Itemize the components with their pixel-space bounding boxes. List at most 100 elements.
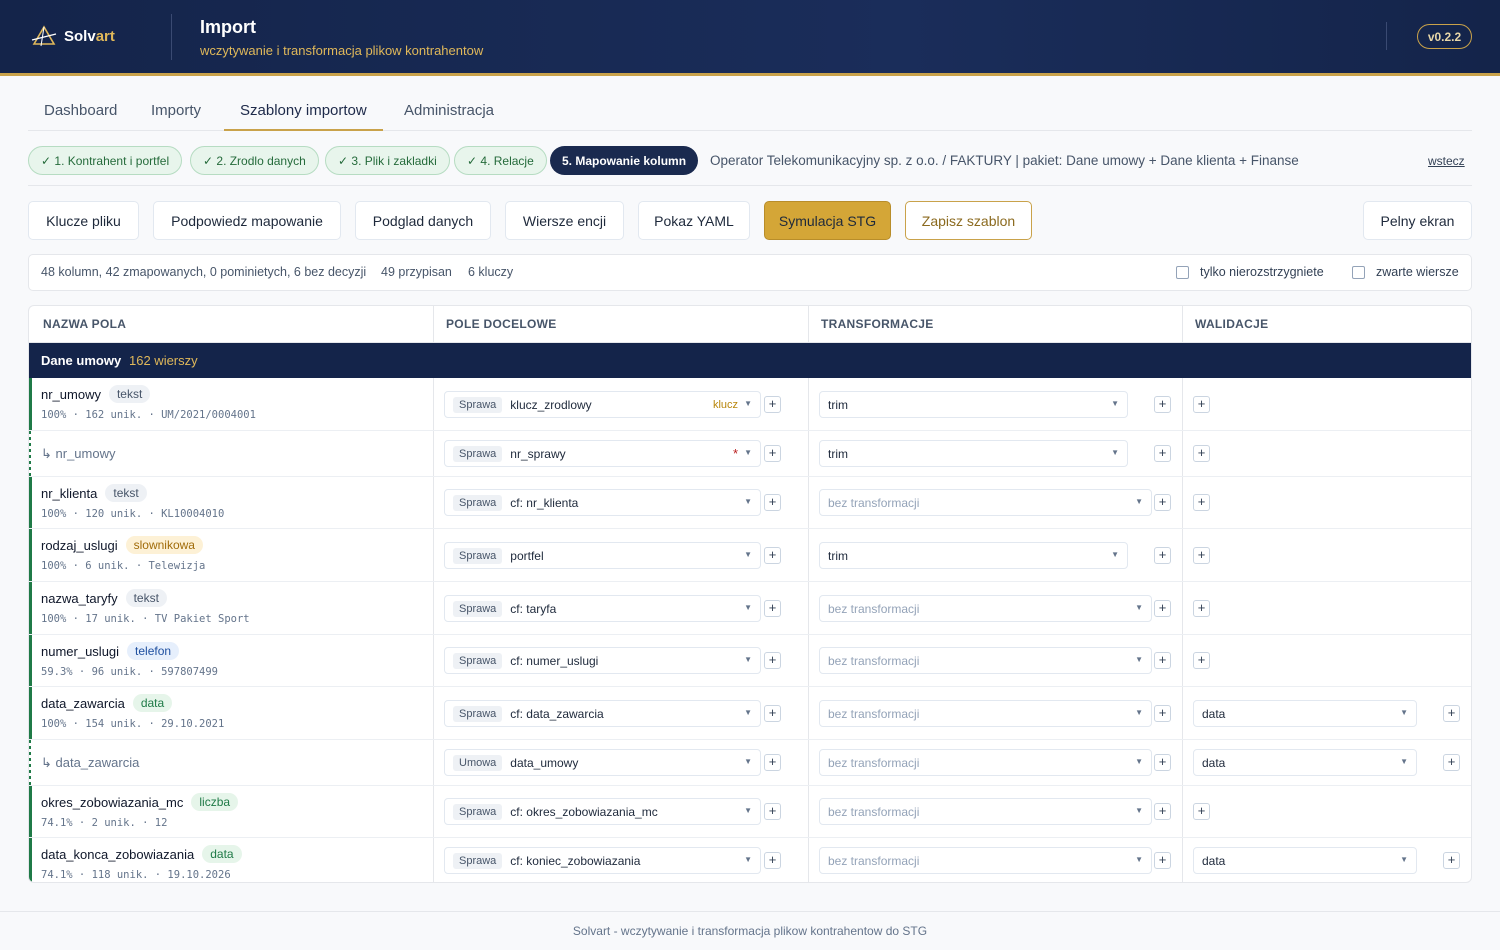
compact-rows-checkbox[interactable] bbox=[1352, 266, 1365, 279]
transformation-select[interactable]: trim ▼ bbox=[819, 542, 1128, 569]
validation-select[interactable]: data ▼ bbox=[1193, 847, 1417, 874]
add-validation-plus-icon[interactable]: + bbox=[1193, 652, 1210, 669]
target-field-select[interactable]: Sprawa portfel ▼ bbox=[444, 542, 761, 569]
target-field-select[interactable]: Sprawa klucz_zrodlowy klucz ▼ bbox=[444, 391, 761, 418]
group-header-dane-umowy[interactable]: Dane umowy 162 wierszy bbox=[29, 343, 1471, 378]
add-target-plus-icon[interactable]: + bbox=[764, 494, 781, 511]
row-status-bar bbox=[29, 529, 32, 581]
tab-administracja[interactable]: Administracja bbox=[388, 92, 510, 131]
add-target-plus-icon[interactable]: + bbox=[764, 803, 781, 820]
transformation-select[interactable]: bez transformacji ▼ bbox=[819, 700, 1152, 727]
header-target-field: POLE DOCELOWE bbox=[446, 317, 557, 331]
validation-select[interactable]: data ▼ bbox=[1193, 749, 1417, 776]
transformation-select[interactable]: bez transformacji ▼ bbox=[819, 595, 1152, 622]
target-field-select[interactable]: Umowa data_umowy ▼ bbox=[444, 749, 761, 776]
add-target-plus-icon[interactable]: + bbox=[764, 754, 781, 771]
preview-data-button[interactable]: Podglad danych bbox=[355, 201, 491, 240]
table-row: data_zawarcia data 100% · 154 unik. · 29.1… bbox=[29, 687, 1471, 740]
tab-dashboard[interactable]: Dashboard bbox=[28, 92, 133, 131]
page-subtitle: wczytywanie i transformacja plikow kontr… bbox=[200, 43, 484, 58]
mapping-table: NAZWA POLA POLE DOCELOWE TRANSFORMACJE W… bbox=[28, 305, 1472, 883]
add-transformation-plus-icon[interactable]: + bbox=[1154, 445, 1171, 462]
transformation-select[interactable]: bez transformacji ▼ bbox=[819, 749, 1152, 776]
row-status-bar bbox=[29, 431, 31, 476]
step-2[interactable]: ✓ 2. Zrodlo danych bbox=[190, 146, 319, 175]
add-transformation-plus-icon[interactable]: + bbox=[1154, 547, 1171, 564]
transformation-select[interactable]: bez transformacji ▼ bbox=[819, 798, 1152, 825]
keys-button[interactable]: Klucze pliku bbox=[28, 201, 139, 240]
add-target-plus-icon[interactable]: + bbox=[764, 852, 781, 869]
entity-rows-button[interactable]: Wiersze encji bbox=[505, 201, 624, 240]
add-validation-plus-icon[interactable]: + bbox=[1193, 803, 1210, 820]
transformation-select[interactable]: trim ▼ bbox=[819, 440, 1128, 467]
add-validation-plus-icon[interactable]: + bbox=[1443, 754, 1460, 771]
validation-select[interactable]: data ▼ bbox=[1193, 700, 1417, 727]
row-status-bar bbox=[29, 740, 31, 785]
main-tabs: Dashboard Importy Szablony importow Admi… bbox=[28, 92, 1472, 131]
back-link[interactable]: wstecz bbox=[1428, 154, 1465, 168]
step-5[interactable]: 5. Mapowanie kolumn bbox=[550, 146, 699, 175]
transformation-value: trim bbox=[828, 548, 848, 563]
add-validation-plus-icon[interactable]: + bbox=[1193, 445, 1210, 462]
add-validation-plus-icon[interactable]: + bbox=[1443, 705, 1460, 722]
step-3[interactable]: ✓ 3. Plik i zakladki bbox=[325, 146, 450, 175]
target-field-select[interactable]: Sprawa cf: okres_zobowiazania_mc ▼ bbox=[444, 798, 761, 825]
add-target-plus-icon[interactable]: + bbox=[764, 396, 781, 413]
table-row: nr_umowy tekst 100% · 162 unik. · UM/2021/… bbox=[29, 378, 1471, 431]
chevron-down-icon: ▼ bbox=[744, 855, 752, 864]
target-field-value: cf: taryfa bbox=[510, 601, 557, 616]
chevron-down-icon: ▼ bbox=[1135, 806, 1143, 815]
add-transformation-plus-icon[interactable]: + bbox=[1154, 396, 1171, 413]
add-target-plus-icon[interactable]: + bbox=[764, 652, 781, 669]
target-field-select[interactable]: Sprawa cf: data_zawarcia ▼ bbox=[444, 700, 761, 727]
add-validation-plus-icon[interactable]: + bbox=[1193, 600, 1210, 617]
add-transformation-plus-icon[interactable]: + bbox=[1154, 852, 1171, 869]
add-validation-plus-icon[interactable]: + bbox=[1443, 852, 1460, 869]
fullscreen-button[interactable]: Pelny ekran bbox=[1363, 201, 1472, 240]
chevron-down-icon: ▼ bbox=[744, 757, 752, 766]
field-name-text: ↳ nr_umowy bbox=[41, 446, 116, 461]
save-template-button[interactable]: Zapisz szablon bbox=[905, 201, 1032, 240]
add-transformation-plus-icon[interactable]: + bbox=[1154, 600, 1171, 617]
simulate-stg-button[interactable]: Symulacja STG bbox=[764, 201, 891, 240]
unresolved-only-checkbox[interactable] bbox=[1176, 266, 1189, 279]
logo[interactable]: Solvart bbox=[30, 22, 115, 50]
transformation-select[interactable]: bez transformacji ▼ bbox=[819, 647, 1152, 674]
add-target-plus-icon[interactable]: + bbox=[764, 445, 781, 462]
add-validation-plus-icon[interactable]: + bbox=[1193, 396, 1210, 413]
add-transformation-plus-icon[interactable]: + bbox=[1154, 705, 1171, 722]
step-4[interactable]: ✓ 4. Relacje bbox=[454, 146, 547, 175]
suggest-mapping-button[interactable]: Podpowiedz mapowanie bbox=[153, 201, 341, 240]
add-transformation-plus-icon[interactable]: + bbox=[1154, 803, 1171, 820]
target-field-value: cf: numer_uslugi bbox=[510, 653, 599, 668]
chevron-down-icon: ▼ bbox=[1135, 497, 1143, 506]
add-target-plus-icon[interactable]: + bbox=[764, 600, 781, 617]
field-type-badge: data bbox=[202, 845, 242, 863]
field-name: okres_zobowiazania_mc liczba bbox=[41, 793, 239, 811]
field-name-text: data_konca_zobowiazania bbox=[41, 846, 195, 862]
transformation-select[interactable]: bez transformacji ▼ bbox=[819, 847, 1152, 874]
add-validation-plus-icon[interactable]: + bbox=[1193, 494, 1210, 511]
target-field-select[interactable]: Sprawa cf: nr_klienta ▼ bbox=[444, 489, 761, 516]
chevron-down-icon: ▼ bbox=[1135, 655, 1143, 664]
group-count: 162 wierszy bbox=[129, 353, 198, 368]
add-target-plus-icon[interactable]: + bbox=[764, 705, 781, 722]
assigned-stat: 49 przypisan bbox=[381, 265, 452, 279]
transformation-value: bez transformacji bbox=[828, 601, 920, 616]
target-field-select[interactable]: Sprawa cf: taryfa ▼ bbox=[444, 595, 761, 622]
add-target-plus-icon[interactable]: + bbox=[764, 547, 781, 564]
transformation-select[interactable]: trim ▼ bbox=[819, 391, 1128, 418]
tab-szablony-importow[interactable]: Szablony importow bbox=[224, 92, 383, 131]
add-transformation-plus-icon[interactable]: + bbox=[1154, 652, 1171, 669]
target-field-select[interactable]: Sprawa cf: numer_uslugi ▼ bbox=[444, 647, 761, 674]
show-yaml-button[interactable]: Pokaz YAML bbox=[638, 201, 750, 240]
add-validation-plus-icon[interactable]: + bbox=[1193, 547, 1210, 564]
tab-importy[interactable]: Importy bbox=[135, 92, 217, 131]
target-field-select[interactable]: Sprawa cf: koniec_zobowiazania ▼ bbox=[444, 847, 761, 874]
add-transformation-plus-icon[interactable]: + bbox=[1154, 754, 1171, 771]
step-1[interactable]: ✓ 1. Kontrahent i portfel bbox=[28, 146, 183, 175]
target-field-select[interactable]: Sprawa nr_sprawy * ▼ bbox=[444, 440, 761, 467]
transformation-select[interactable]: bez transformacji ▼ bbox=[819, 489, 1152, 516]
compact-rows-label: zwarte wiersze bbox=[1376, 265, 1459, 279]
add-transformation-plus-icon[interactable]: + bbox=[1154, 494, 1171, 511]
